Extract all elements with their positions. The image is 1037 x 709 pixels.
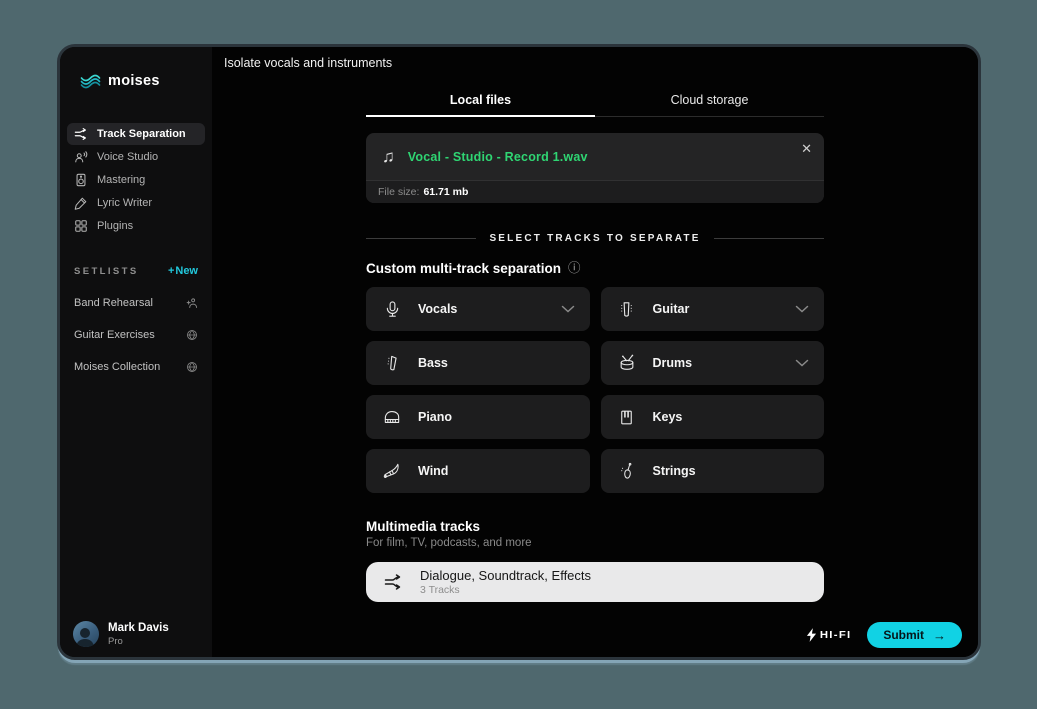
track-grid: Vocals Guitar: [366, 287, 824, 493]
app-window: moises Track Separation: [57, 44, 981, 660]
sidebar-item-mastering[interactable]: Mastering: [67, 169, 205, 191]
multimedia-card-title: Dialogue, Soundtrack, Effects: [420, 568, 591, 584]
guitar-icon: [616, 298, 638, 320]
sidebar-item-lyric-writer[interactable]: Lyric Writer: [67, 192, 205, 214]
file-size-label: File size:: [378, 186, 419, 198]
action-bar: HI-FI Submit →: [806, 622, 962, 648]
multimedia-card-subtitle: 3 Tracks: [420, 584, 591, 596]
globe-icon: [186, 329, 198, 341]
close-icon[interactable]: ✕: [801, 142, 812, 155]
file-name: Vocal - Studio - Record 1.wav: [408, 150, 588, 164]
shared-setlist-icon: [186, 297, 198, 309]
page-title: Isolate vocals and instruments: [224, 56, 392, 70]
waves-logo-icon: [80, 74, 101, 89]
lyric-writer-icon: [74, 196, 88, 210]
piano-icon: [381, 406, 403, 428]
setlists-heading: SETLISTS: [74, 266, 139, 277]
sidebar-item-voice-studio[interactable]: Voice Studio: [67, 146, 205, 168]
wind-trumpet-icon: [381, 460, 403, 482]
hifi-label: HI-FI: [820, 629, 852, 641]
sidebar-item-label: Track Separation: [97, 128, 186, 140]
uploaded-file-card: ♫ Vocal - Studio - Record 1.wav ✕ File s…: [366, 133, 824, 203]
logo-wordmark: moises: [108, 73, 160, 89]
chevron-down-icon[interactable]: [795, 305, 809, 313]
sidebar-nav: Track Separation Voice Studio: [60, 109, 212, 237]
sidebar-item-label: Mastering: [97, 174, 145, 186]
chevron-down-icon[interactable]: [795, 359, 809, 367]
lightning-bolt-icon: [806, 628, 817, 642]
setlist-item-guitar-exercises[interactable]: Guitar Exercises: [74, 329, 198, 341]
setlist-label: Guitar Exercises: [74, 329, 155, 341]
sidebar-item-plugins[interactable]: Plugins: [67, 215, 205, 237]
voice-studio-icon: [74, 150, 88, 164]
sidebar-item-label: Voice Studio: [97, 151, 158, 163]
user-account[interactable]: Mark Davis Pro: [60, 609, 212, 657]
bass-icon: [381, 352, 403, 374]
track-separation-icon: [74, 127, 88, 141]
setlist-item-moises-collection[interactable]: Moises Collection: [74, 361, 198, 373]
plus-icon: +: [168, 265, 174, 277]
track-card-vocals[interactable]: Vocals: [366, 287, 590, 331]
section-separator: SELECT TRACKS TO SEPARATE: [366, 233, 824, 244]
user-plan-badge: Pro: [108, 636, 169, 647]
microphone-icon: [381, 298, 403, 320]
music-note-icon: ♫: [382, 148, 395, 165]
tab-cloud-storage[interactable]: Cloud storage: [595, 93, 824, 116]
sidebar-item-track-separation[interactable]: Track Separation: [67, 123, 205, 145]
separator-label: SELECT TRACKS TO SEPARATE: [489, 233, 700, 244]
hifi-toggle[interactable]: HI-FI: [806, 628, 850, 642]
avatar: [73, 621, 99, 647]
track-card-drums[interactable]: Drums: [601, 341, 825, 385]
track-card-keys[interactable]: Keys: [601, 395, 825, 439]
info-icon[interactable]: ⓘ: [568, 262, 581, 275]
track-card-piano[interactable]: Piano: [366, 395, 590, 439]
plugins-icon: [74, 219, 88, 233]
track-card-strings[interactable]: Strings: [601, 449, 825, 493]
multimedia-title: Multimedia tracks: [366, 519, 824, 534]
setlist-label: Band Rehearsal: [74, 297, 153, 309]
multimedia-subtitle: For film, TV, podcasts, and more: [366, 537, 824, 549]
user-name: Mark Davis: [108, 621, 169, 635]
chevron-down-icon[interactable]: [561, 305, 575, 313]
main-panel: Isolate vocals and instruments Local fil…: [212, 47, 978, 657]
sidebar: moises Track Separation: [60, 47, 212, 657]
sidebar-item-label: Lyric Writer: [97, 197, 152, 209]
setlist-item-band-rehearsal[interactable]: Band Rehearsal: [74, 297, 198, 309]
multimedia-track-card[interactable]: Dialogue, Soundtrack, Effects 3 Tracks: [366, 562, 824, 602]
mastering-icon: [74, 173, 88, 187]
globe-icon: [186, 361, 198, 373]
sidebar-item-label: Plugins: [97, 220, 133, 232]
tab-bar: Local files Cloud storage: [366, 93, 824, 117]
setlist-label: Moises Collection: [74, 361, 160, 373]
tab-local-files[interactable]: Local files: [366, 93, 595, 116]
arrow-right-icon: →: [933, 628, 946, 643]
split-tracks-icon: [383, 572, 403, 592]
track-card-bass[interactable]: Bass: [366, 341, 590, 385]
strings-violin-icon: [616, 460, 638, 482]
keys-icon: [616, 406, 638, 428]
submit-button[interactable]: Submit →: [867, 622, 962, 648]
moises-logo: moises: [60, 47, 212, 109]
custom-separation-title: Custom multi-track separation: [366, 261, 561, 276]
file-size-value: 61.71 mb: [423, 186, 468, 198]
drums-icon: [616, 352, 638, 374]
track-card-guitar[interactable]: Guitar: [601, 287, 825, 331]
track-card-wind[interactable]: Wind: [366, 449, 590, 493]
setlists-section: SETLISTS +New Band Rehearsal Guitar Exer…: [60, 265, 212, 373]
new-setlist-button[interactable]: +New: [168, 265, 198, 277]
